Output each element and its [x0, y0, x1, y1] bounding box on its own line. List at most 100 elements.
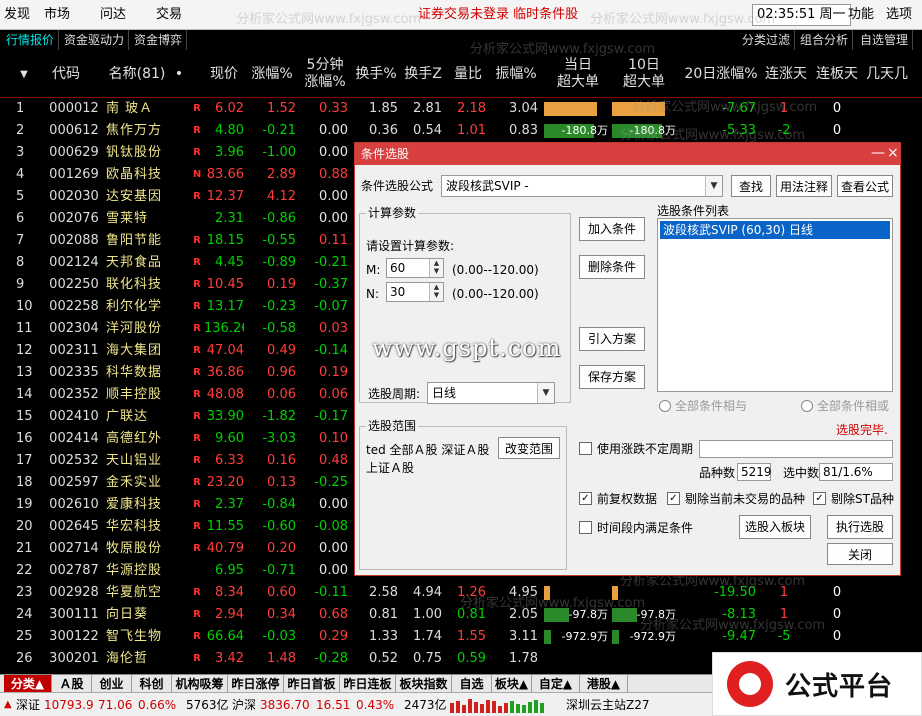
day-big-order-cell: 226.3万 [544, 582, 610, 604]
add-condition-button[interactable]: 加入条件 [579, 217, 645, 241]
close-button[interactable]: 关闭 [827, 543, 893, 565]
stock-flag [190, 560, 204, 582]
category-tab[interactable]: 昨日首板 [284, 675, 340, 693]
table-row[interactable]: 25 300122 智飞生物 R 66.64 -0.03 0.29 1.33 1.74 1.55 3… [0, 626, 922, 648]
min5-change-cell: 0.00 [319, 497, 348, 512]
variable-period-field[interactable] [699, 440, 893, 458]
col-up-days[interactable]: 连涨天 [762, 50, 810, 98]
n-param-stepper[interactable]: 30 ▲ ▼ [386, 282, 444, 302]
spin-arrows-icon[interactable]: ▲ ▼ [429, 259, 443, 277]
col-name[interactable]: 名称(81) [106, 50, 168, 98]
menu-item[interactable]: 问达 [90, 0, 136, 30]
col-5min-change[interactable]: 5分钟 涨幅% [298, 50, 352, 98]
col-turnover-z[interactable]: 换手Z [400, 50, 446, 98]
category-tab[interactable]: Ａ股 [52, 675, 92, 693]
change-cell: -1.82 [262, 409, 296, 424]
col-amplitude[interactable]: 振幅% [490, 50, 542, 98]
spin-arrows-icon[interactable]: ▲ ▼ [429, 283, 443, 301]
category-tab[interactable]: 分类▲ [4, 675, 52, 693]
category-tab[interactable]: 昨日连板 [340, 675, 396, 693]
radio-and[interactable] [659, 400, 671, 412]
condition-list[interactable]: 波段核武SVIP (60,30) 日线 [657, 218, 893, 392]
run-screening-button[interactable]: 执行选股 [827, 515, 893, 539]
hs-percent: 0.43% [356, 698, 395, 712]
table-row[interactable]: 23 002928 华夏航空 R 8.34 0.60 -0.11 2.58 4.94 1.26 4.… [0, 582, 922, 604]
category-tab[interactable]: 板块指数 [396, 675, 452, 693]
tab-portfolio-analysis[interactable]: 组合分析 [796, 30, 854, 50]
category-tab[interactable]: 创业 [92, 675, 132, 693]
stock-name: 华源控股 [106, 563, 163, 578]
category-tab[interactable]: 港股▲ [580, 675, 628, 693]
formula-select[interactable]: 波段核武SVIP - ▼ [441, 175, 723, 197]
category-tab[interactable]: 自定▲ [532, 675, 580, 693]
change-cell: -0.21 [262, 123, 296, 138]
col-limit-days[interactable]: 连板天 [812, 50, 862, 98]
tab-category-filter[interactable]: 分类过滤 [738, 30, 796, 50]
stock-name: 联化科技 [106, 277, 163, 292]
m-param-stepper[interactable]: 60 ▲ ▼ [386, 258, 444, 278]
condition-list-item[interactable]: 波段核武SVIP (60,30) 日线 [660, 221, 890, 239]
col-20day-change[interactable]: 20日涨幅% [680, 50, 762, 98]
stock-flag: R [193, 367, 201, 378]
radio-or[interactable] [801, 400, 813, 412]
timespan-checkbox[interactable] [579, 521, 592, 534]
tab-fund-game[interactable]: 资金博弈 [130, 30, 188, 50]
period-select[interactable]: 日线 ▼ [427, 382, 555, 404]
menu-options[interactable]: 选项 [886, 0, 912, 30]
col-price[interactable]: 现价 [204, 50, 244, 98]
minimize-icon[interactable]: — [871, 143, 885, 163]
breadth-bar [534, 700, 538, 713]
stock-flag: R [193, 257, 201, 268]
table-row[interactable]: 2 000612 焦作万方 R 4.80 -0.21 0.00 0.36 0.54 1.01 0.8… [0, 120, 922, 142]
category-tab[interactable]: 板块▲ [492, 675, 532, 693]
view-formula-button[interactable]: 查看公式 [837, 175, 893, 197]
tab-watchlist-manage[interactable]: 自选管理 [856, 30, 914, 50]
table-row[interactable]: 1 000012 南 玻Ａ R 6.02 1.52 0.33 1.85 2.81 2.18 3.04… [0, 98, 922, 120]
exclude-untraded-checkbox[interactable]: ✓ [667, 492, 680, 505]
scope-group: 选股范围 ted 全部Ａ股 深证Ａ股 上证Ａ股 改变范围 [359, 418, 567, 570]
col-code[interactable]: 代码 [44, 50, 88, 98]
category-tab[interactable]: 自选 [452, 675, 492, 693]
find-button[interactable]: 查找 [731, 175, 771, 197]
menu-item[interactable]: 交易 [146, 0, 192, 30]
category-tab[interactable]: 昨日涨停 [228, 675, 284, 693]
min5-change-cell: -0.28 [314, 651, 348, 666]
breadth-bar [480, 704, 484, 713]
col-volume-ratio[interactable]: 量比 [450, 50, 486, 98]
row-index: 25 [16, 629, 33, 644]
tab-quotes[interactable]: 行情报价 [2, 30, 60, 50]
save-plan-button[interactable]: 保存方案 [579, 365, 645, 389]
stock-code: 300111 [49, 607, 99, 622]
delete-condition-button[interactable]: 删除条件 [579, 255, 645, 279]
add-to-block-button[interactable]: 选股入板块 [739, 515, 811, 539]
category-tab[interactable]: 机构吸筹 [172, 675, 228, 693]
close-icon[interactable]: × [887, 143, 899, 163]
table-row[interactable]: 24 300111 向日葵 R 2.94 0.34 0.68 0.81 1.00 0.81 2.05… [0, 604, 922, 626]
category-tab[interactable]: 科创 [132, 675, 172, 693]
dialog-title: 条件选股 [361, 147, 410, 161]
menu-function[interactable]: 功能 [848, 0, 874, 30]
min5-change-cell: -0.37 [314, 277, 348, 292]
stock-code: 002714 [49, 541, 99, 556]
col-turnover[interactable]: 换手% [352, 50, 400, 98]
exclude-st-checkbox[interactable]: ✓ [813, 492, 826, 505]
amplitude-cell: 0.83 [509, 123, 538, 138]
row-index: 9 [16, 277, 25, 292]
usage-notes-button[interactable]: 用法注释 [776, 175, 832, 197]
use-variable-period-checkbox[interactable] [579, 442, 592, 455]
min5-change-cell: 0.06 [319, 387, 348, 402]
col-day-big-order[interactable]: 当日 超大单 [550, 50, 606, 98]
change-scope-button[interactable]: 改变范围 [498, 437, 560, 459]
menu-item[interactable]: 市场 [34, 0, 80, 30]
col-10day-big-order[interactable]: 10日 超大单 [616, 50, 672, 98]
params-group: 计算参数 请设置计算参数: M: 60 ▲ ▼ (0.00--120.00) N:… [359, 205, 571, 403]
stock-name: 雪莱特 [106, 211, 149, 226]
col-change-pct[interactable]: 涨幅% [248, 50, 296, 98]
col-days-limit[interactable]: 几天几 [866, 50, 922, 98]
tab-fund-drive[interactable]: 资金驱动力 [60, 30, 130, 50]
price-cell: 3.42 [215, 651, 244, 666]
import-plan-button[interactable]: 引入方案 [579, 327, 645, 351]
sort-icon[interactable]: ▼ [12, 50, 36, 98]
condition-list-label: 选股条件列表 [657, 204, 730, 218]
adjust-data-checkbox[interactable]: ✓ [579, 492, 592, 505]
